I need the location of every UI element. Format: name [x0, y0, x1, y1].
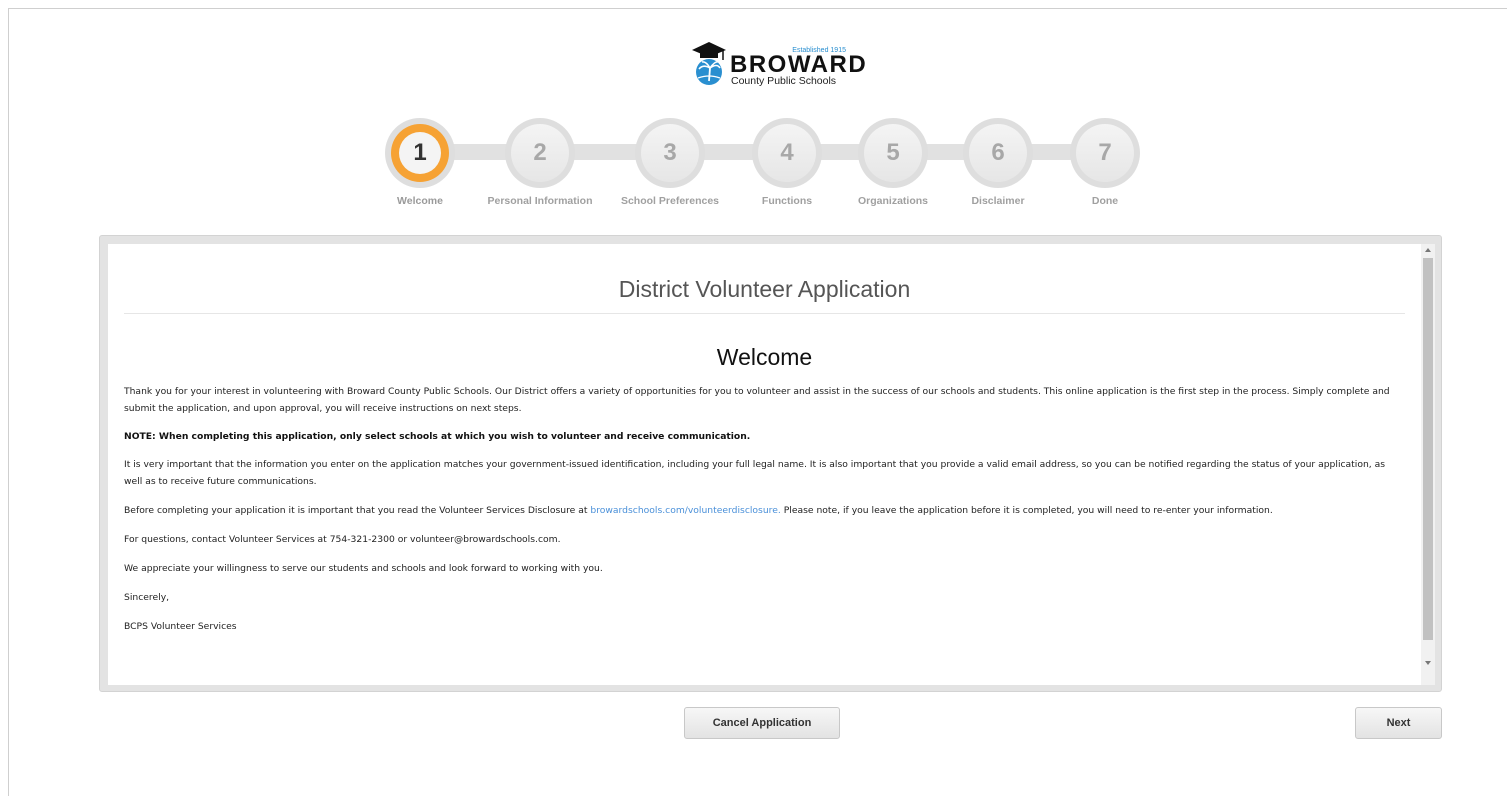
note-paragraph: NOTE: When completing this application, … [124, 431, 751, 442]
progress-stepper: 1 Welcome 2 Personal Information 3 Schoo… [380, 118, 1160, 213]
disclosure-paragraph: Before completing your application it is… [124, 502, 1405, 519]
step-number: 6 [969, 124, 1027, 182]
scrollbar-thumb[interactable] [1423, 258, 1433, 640]
step-personal-information: 2 Personal Information [470, 118, 610, 207]
step-number: 1 [399, 132, 441, 174]
welcome-heading: Welcome [716, 344, 813, 370]
cancel-application-button[interactable]: Cancel Application [684, 707, 840, 739]
step-number: 7 [1076, 124, 1134, 182]
step-number: 4 [758, 124, 816, 182]
scroll-down-arrow-icon[interactable] [1425, 661, 1431, 665]
district-subtitle: County Public Schools [731, 75, 837, 87]
intro-paragraph: Thank you for your interest in volunteer… [124, 386, 1390, 414]
appreciation-paragraph: We appreciate your willingness to serve … [124, 563, 603, 574]
closing-text: Sincerely, [124, 592, 170, 603]
contact-paragraph: For questions, contact Volunteer Service… [124, 534, 561, 545]
step-label: Welcome [397, 195, 443, 207]
vertical-scrollbar[interactable] [1421, 244, 1435, 685]
scrollable-content[interactable]: District Volunteer Application Welcome T… [108, 244, 1435, 685]
step-label: Personal Information [487, 195, 593, 207]
application-panel: District Volunteer Application Welcome T… [99, 235, 1442, 692]
step-label: Done [1091, 195, 1119, 207]
page-title: District Volunteer Application [124, 276, 1405, 314]
step-welcome: 1 Welcome [350, 118, 490, 207]
step-number: 2 [511, 124, 569, 182]
step-number: 5 [864, 124, 922, 182]
welcome-content: District Volunteer Application Welcome T… [124, 244, 1405, 635]
step-done: 7 Done [1035, 118, 1175, 207]
identification-paragraph: It is very important that the informatio… [124, 459, 1386, 487]
disclosure-text-before: Before completing your application it is… [124, 505, 591, 516]
signature-text: BCPS Volunteer Services [124, 621, 237, 632]
next-button[interactable]: Next [1355, 707, 1442, 739]
step-number: 3 [641, 124, 699, 182]
disclosure-text-after: Please note, if you leave the applicatio… [780, 505, 1273, 516]
scroll-up-arrow-icon[interactable] [1425, 248, 1431, 252]
disclosure-link[interactable]: browardschools.com/volunteerdisclosure. [590, 505, 780, 516]
broward-logo: Established 1915 BROWARD County Public S… [690, 40, 866, 88]
